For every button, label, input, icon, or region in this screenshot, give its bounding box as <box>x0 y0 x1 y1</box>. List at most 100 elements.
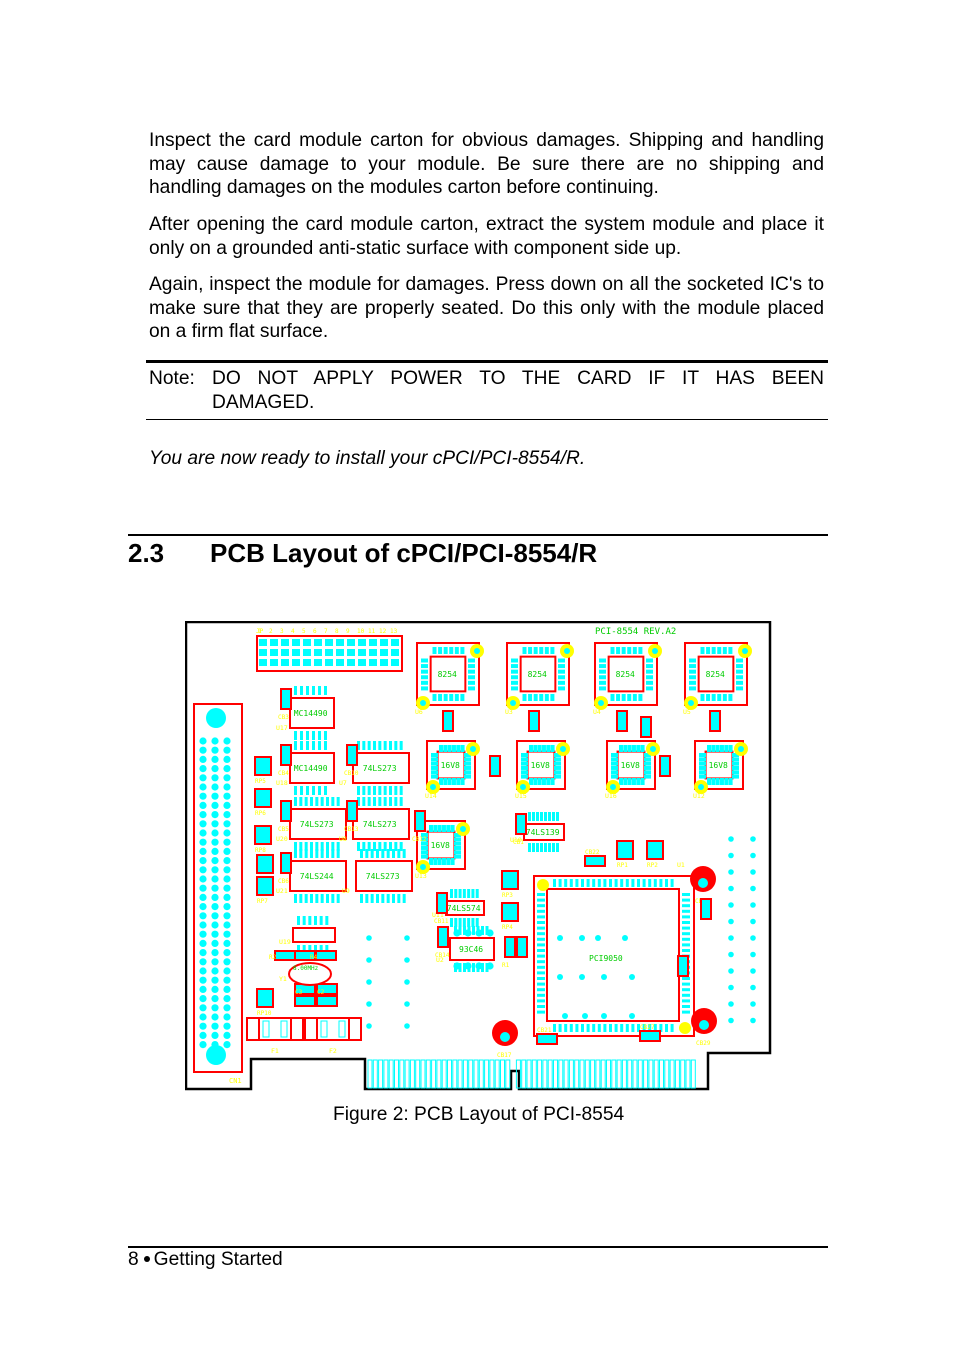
via-hole <box>520 784 526 790</box>
plcc-pin <box>627 778 632 785</box>
chip-pin <box>299 797 303 806</box>
plcc-pin <box>599 669 606 674</box>
qfp-pin <box>603 879 607 887</box>
connector-mount-hole <box>206 708 226 728</box>
connector-pin <box>223 930 231 938</box>
jumper-pin <box>369 639 377 646</box>
chip-pin <box>326 894 329 903</box>
capacitor-label: CB3 <box>278 714 289 721</box>
via <box>750 1001 756 1007</box>
plcc-pin <box>711 745 716 752</box>
connector-pin <box>211 912 219 920</box>
plcc-pin <box>632 647 637 654</box>
note-text: DO NOT APPLY POWER TO THE CARD IF IT HAS… <box>212 367 824 414</box>
capacitor-label: CB22 <box>585 849 600 856</box>
chip-pin <box>319 916 323 925</box>
jumper-pin <box>281 649 289 656</box>
page-footer: 8 Getting Started <box>128 1249 283 1271</box>
chip-pin <box>450 918 453 927</box>
capacitor <box>346 744 358 766</box>
qfp-pin <box>631 1024 635 1032</box>
jumper-pin <box>259 639 267 646</box>
chip-pin <box>486 929 494 937</box>
capacitor <box>280 744 292 766</box>
plcc-pin <box>421 686 428 691</box>
plcc-pin <box>558 675 565 680</box>
chip-pin <box>397 849 401 858</box>
plcc-pin <box>646 669 653 674</box>
chip-ref: U12 <box>693 792 705 800</box>
qfp-pin <box>682 909 690 913</box>
jumper-pin <box>380 649 388 656</box>
capacitor <box>316 995 338 1007</box>
chip-pin <box>320 797 324 806</box>
chip-pin <box>536 843 539 852</box>
qfp-pin <box>586 879 590 887</box>
chip-pin <box>386 849 390 858</box>
via <box>750 984 756 991</box>
plcc-pin <box>711 647 716 654</box>
plcc-pin <box>546 745 551 752</box>
connector-pin <box>199 1022 207 1030</box>
connector-pin <box>211 985 219 993</box>
connector-pin <box>211 939 219 947</box>
plcc-pin <box>541 745 546 752</box>
jumper-pin <box>336 659 344 666</box>
chip-pin <box>326 849 329 858</box>
plcc-pin <box>736 675 743 680</box>
plcc-pin <box>554 765 561 770</box>
connector-pin <box>199 765 207 773</box>
plcc-pin <box>468 680 475 685</box>
qfp-pin <box>614 879 618 887</box>
chip-pin <box>402 894 406 903</box>
connector-pin <box>211 857 219 865</box>
chip-label: PCI9050 <box>589 954 623 963</box>
plcc-pin <box>689 675 696 680</box>
qfp-pin <box>609 1024 612 1032</box>
plcc-pin <box>464 757 471 762</box>
jumper-pin <box>259 659 267 666</box>
via <box>728 869 734 875</box>
chip-pin <box>312 741 315 750</box>
via-hole <box>460 826 466 832</box>
paragraph-extract-module: After opening the card module carton, ex… <box>149 214 824 259</box>
connector-pin <box>211 829 219 837</box>
chip-pin <box>294 894 297 903</box>
qfp-pin <box>682 949 690 952</box>
chip-pin <box>370 894 374 903</box>
plcc-pin <box>599 675 606 680</box>
board-revision-label: PCI-8554 REV.A2 <box>595 627 676 637</box>
chip-pin <box>399 741 403 750</box>
plcc-pin <box>706 647 711 654</box>
connector-pin <box>211 976 219 984</box>
capacitor-label: CB5 <box>278 826 289 833</box>
chip-ref: U15 <box>515 792 527 800</box>
capacitor <box>516 936 528 958</box>
chip-pin <box>336 797 340 806</box>
jumper-pin <box>314 649 322 656</box>
chip-pin <box>532 843 535 852</box>
qfp-pin <box>682 1010 690 1014</box>
pcb-diagram: PCI-8554 REV.A2 1 2 3 4 5 6 7 8 9 10 11 12 13JPCN182… <box>184 620 772 1091</box>
jumper-label: 2 <box>269 628 273 635</box>
plcc-pin <box>446 825 451 832</box>
via-hole <box>430 784 436 790</box>
plcc-pin <box>421 850 428 855</box>
connector-pin <box>199 930 207 938</box>
qfp-pin <box>653 879 657 887</box>
connector-pin <box>199 958 207 966</box>
plcc-pin <box>443 647 448 654</box>
chip-pin <box>299 894 303 903</box>
capacitor <box>640 716 652 738</box>
jumper-label: 3 <box>280 628 284 635</box>
jumper-pin <box>270 649 278 656</box>
qfp-pin <box>682 993 690 997</box>
capacitor-label: CB27 <box>640 1024 655 1031</box>
via <box>728 918 734 925</box>
connector-pin <box>199 820 207 828</box>
plcc-pin <box>715 745 720 752</box>
connector-pin <box>223 958 231 966</box>
qfp-pin <box>637 879 640 887</box>
plcc-pin <box>623 745 628 752</box>
connector-pin <box>211 1013 219 1021</box>
